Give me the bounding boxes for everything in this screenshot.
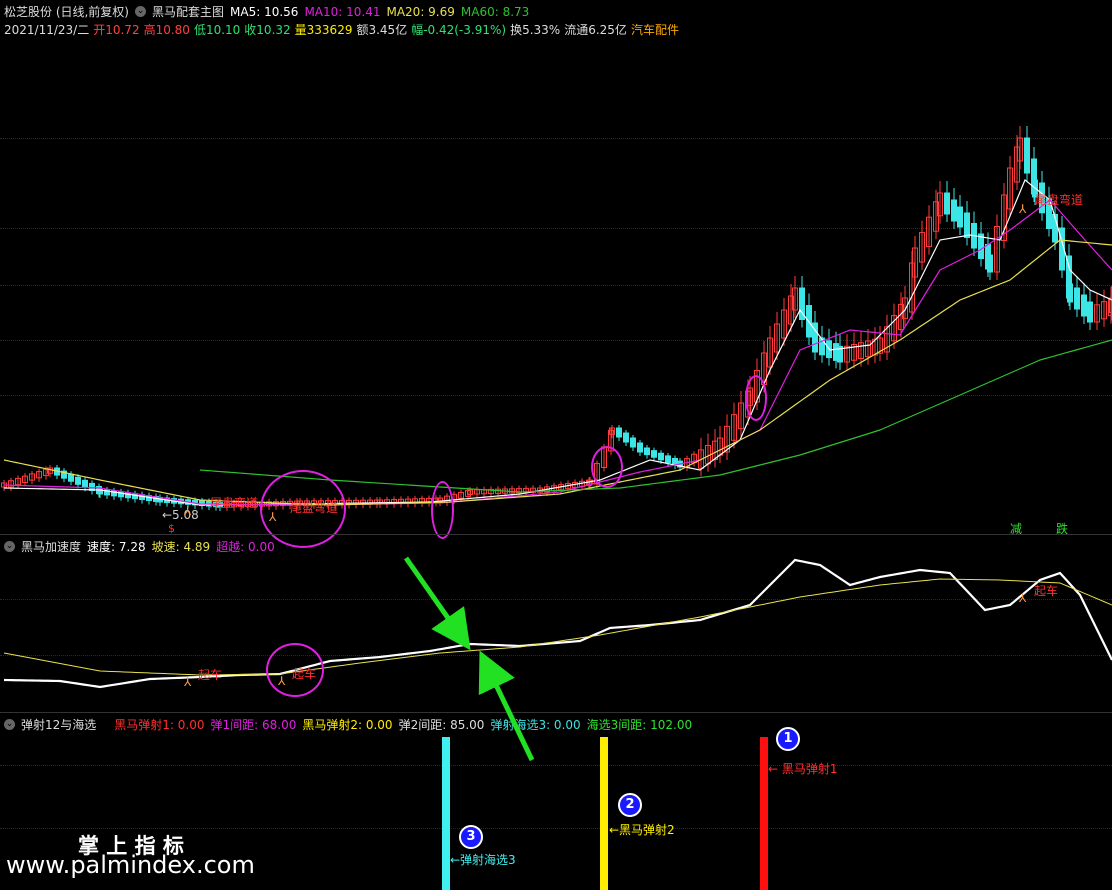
collapse-icon[interactable]: ⌄ bbox=[135, 6, 146, 17]
quote-volume: 量333629 bbox=[295, 21, 353, 38]
highlight-circle bbox=[745, 375, 767, 421]
quote-close: 收10.32 bbox=[244, 21, 290, 38]
eject2-value: 黑马弹射2: 0.00 bbox=[302, 716, 392, 733]
badge-1: 1 bbox=[776, 727, 800, 751]
low-price-label: ←5.08 bbox=[162, 508, 199, 522]
person-icon: ⅄ bbox=[269, 510, 276, 524]
board-label: 起车 bbox=[1034, 582, 1058, 599]
eject2-gap: 弹2间距: 85.00 bbox=[399, 716, 485, 733]
quote-amount: 额3.45亿 bbox=[356, 21, 407, 38]
watermark-url: www.palmindex.com bbox=[6, 851, 255, 879]
eject1-value: 黑马弹射1: 0.00 bbox=[114, 716, 204, 733]
eject1-label: ← 黑马弹射1 bbox=[768, 760, 838, 777]
ejection-panel[interactable]: ⌄ 弹射12与海选 黑马弹射1: 0.00 弹1间距: 68.00 黑马弹射2:… bbox=[0, 712, 1112, 890]
collapse-icon[interactable]: ⌄ bbox=[4, 719, 15, 730]
quote-change: 幅-0.42(-3.91%) bbox=[411, 21, 506, 38]
speed-value: 速度: 7.28 bbox=[87, 538, 146, 555]
highlight-circle bbox=[591, 446, 623, 488]
eject-header: ⌄ 弹射12与海选 黑马弹射1: 0.00 弹1间距: 68.00 黑马弹射2:… bbox=[4, 716, 692, 733]
eject3-gap: 海选3间距: 102.00 bbox=[587, 716, 692, 733]
person-icon: ⅄ bbox=[1019, 591, 1026, 605]
stock-title[interactable]: 松芝股份 (日线,前复权) bbox=[4, 3, 129, 20]
slope-value: 坡速: 4.89 bbox=[152, 538, 211, 555]
eject1-gap: 弹1间距: 68.00 bbox=[211, 716, 297, 733]
ma60-value: MA60: 8.73 bbox=[461, 5, 529, 19]
person-icon: ⅄ bbox=[278, 674, 285, 688]
badge-3: 3 bbox=[459, 825, 483, 849]
quote-high: 高10.80 bbox=[144, 21, 190, 38]
quote-sector[interactable]: 汽车配件 bbox=[631, 21, 679, 38]
slope-line bbox=[4, 579, 1112, 675]
ma10-value: MA10: 10.41 bbox=[304, 5, 380, 19]
quote-open: 开10.72 bbox=[93, 21, 139, 38]
person-icon: ⅄ bbox=[184, 504, 191, 518]
ma20-line bbox=[4, 240, 1112, 505]
grid-line bbox=[0, 765, 1112, 766]
main-chart-panel[interactable]: 松芝股份 (日线,前复权) ⌄ 黑马配套主图 MA5: 10.56 MA10: … bbox=[0, 0, 1112, 534]
eject-title[interactable]: 弹射12与海选 bbox=[21, 716, 96, 733]
signal-label: 尾盘弯道 bbox=[210, 494, 258, 511]
acceleration-panel[interactable]: ⌄ 黑马加速度 速度: 7.28 坡速: 4.89 超越: 0.00 起车 起车… bbox=[0, 534, 1112, 713]
grid-line bbox=[0, 828, 1112, 829]
accel-title[interactable]: 黑马加速度 bbox=[21, 538, 81, 555]
quote-low: 低10.10 bbox=[194, 21, 240, 38]
exceed-value: 超越: 0.00 bbox=[216, 538, 275, 555]
eject3-bar bbox=[442, 737, 450, 890]
eject2-label: ←黑马弹射2 bbox=[609, 821, 675, 838]
person-icon: ⅄ bbox=[184, 675, 191, 689]
badge-2: 2 bbox=[618, 793, 642, 817]
acceleration-chart[interactable] bbox=[0, 535, 1112, 713]
person-icon: ⅄ bbox=[1019, 202, 1026, 216]
accel-header: ⌄ 黑马加速度 速度: 7.28 坡速: 4.89 超越: 0.00 bbox=[4, 538, 275, 555]
main-header: 松芝股份 (日线,前复权) ⌄ 黑马配套主图 MA5: 10.56 MA10: … bbox=[4, 3, 529, 20]
eject1-bar bbox=[760, 737, 768, 890]
eject3-value: 弹射海选3: 0.00 bbox=[490, 716, 580, 733]
quote-line: 2021/11/23/二 开10.72 高10.80 低10.10 收10.32… bbox=[4, 21, 679, 38]
quote-date: 2021/11/23/二 bbox=[4, 21, 89, 38]
candlestick-chart[interactable] bbox=[0, 0, 1112, 534]
collapse-icon[interactable]: ⌄ bbox=[4, 541, 15, 552]
board-label: 起车 bbox=[198, 666, 222, 683]
signal-label: 尾盘弯道 bbox=[1035, 191, 1083, 208]
quote-turnover: 换5.33% bbox=[510, 21, 560, 38]
ma20-value: MA20: 9.69 bbox=[386, 5, 454, 19]
highlight-circle bbox=[431, 481, 454, 539]
ma5-value: MA5: 10.56 bbox=[230, 5, 298, 19]
ma5-line bbox=[4, 180, 1112, 505]
signal-label: 尾盘弯道 bbox=[290, 499, 338, 516]
quote-float: 流通6.25亿 bbox=[564, 21, 627, 38]
eject3-label: ←弹射海选3 bbox=[450, 851, 516, 868]
eject2-bar bbox=[600, 737, 608, 890]
ma10-line bbox=[4, 200, 1112, 505]
board-label: 起车 bbox=[292, 665, 316, 682]
indicator-name[interactable]: 黑马配套主图 bbox=[152, 3, 224, 20]
